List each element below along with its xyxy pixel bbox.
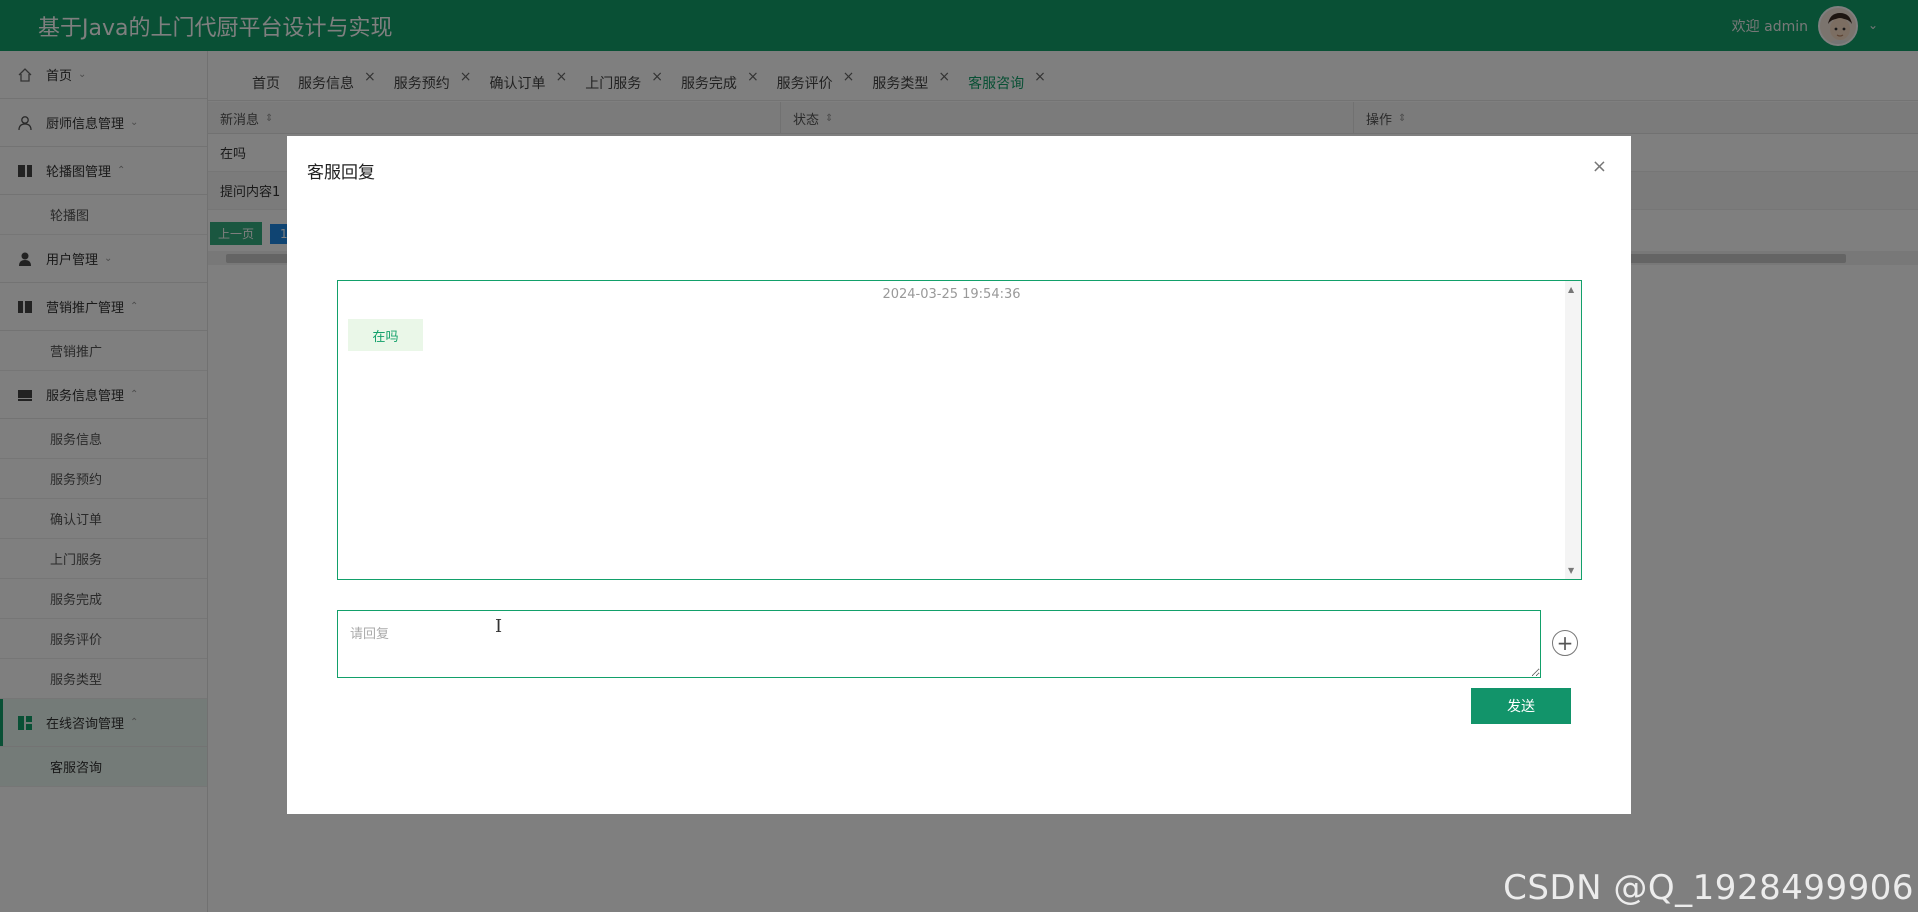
scroll-up-icon[interactable]: ▲ (1568, 285, 1574, 294)
message-timestamp: 2024-03-25 19:54:36 (882, 287, 1021, 302)
close-icon[interactable]: × (1592, 156, 1607, 177)
send-button[interactable]: 发送 (1471, 688, 1571, 724)
chat-message: 在吗 (348, 319, 423, 351)
vertical-scrollbar[interactable]: ▲ ▼ (1565, 281, 1581, 579)
scroll-down-icon[interactable]: ▼ (1568, 566, 1574, 575)
reply-input[interactable] (337, 610, 1541, 678)
chat-history[interactable]: 2024-03-25 19:54:36 在吗 ▲ ▼ (337, 280, 1582, 580)
watermark: CSDN @Q_1928499906 (1503, 868, 1914, 908)
modal-title: 客服回复 (307, 163, 375, 183)
text-cursor-icon: I (495, 616, 503, 637)
add-attachment-icon[interactable]: + (1552, 630, 1578, 656)
reply-modal: 客服回复 × 2024-03-25 19:54:36 在吗 ▲ ▼ + 发送 (287, 136, 1631, 814)
